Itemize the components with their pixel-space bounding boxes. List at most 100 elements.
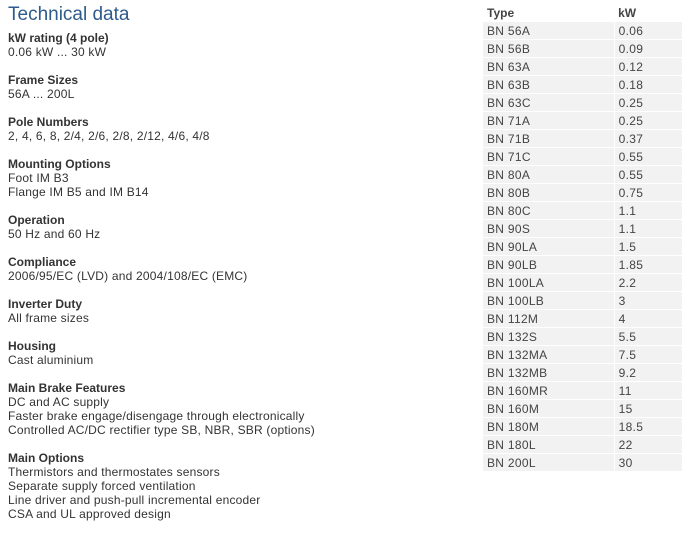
type-kw-table-panel: Type kW BN 56A 0.06 BN 56B 0.09 BN 63A 0.12 BN… [483,4,684,472]
table-header-row: Type kW [483,4,683,22]
kw-cell: 0.25 [614,111,684,130]
type-cell: BN 180L [483,435,615,454]
kw-cell: 1.5 [614,237,684,256]
type-cell: BN 71C [483,147,615,166]
type-cell: BN 90LB [483,255,615,274]
type-cell: BN 132MB [483,363,615,382]
type-kw-table: Type kW BN 56A 0.06 BN 56B 0.09 BN 63A 0.12 BN… [483,4,684,472]
type-cell: BN 160MR [483,381,615,400]
table-row: BN 160MR 11 [483,381,684,400]
kw-cell: 11 [614,381,684,400]
spec-sections: kW rating (4 pole) 0.06 kW ... 30 kW Frame… [8,31,468,521]
section-value: Cast aluminium [8,353,94,367]
section-value: CSA and UL approved design [8,507,171,521]
type-cell: BN 56A [483,22,615,40]
type-cell: BN 200L [483,453,615,472]
type-cell: BN 100LA [483,273,615,292]
section-value: Line driver and push-pull incremental en… [8,493,261,507]
table-row: BN 90LA 1.5 [483,237,684,256]
spec-section: Main Brake Features DC and AC supply Faste… [8,381,468,437]
table-row: BN 90LB 1.85 [483,255,684,274]
section-heading: Main Options [8,451,84,465]
section-value: Foot IM B3 [8,171,69,185]
table-row: BN 63B 0.18 [483,75,684,94]
kw-cell: 2.2 [614,273,684,292]
kw-cell: 0.18 [614,75,684,94]
section-value: 0.06 kW ... 30 kW [8,45,107,59]
kw-cell: 30 [614,453,684,472]
section-value: DC and AC supply [8,395,110,409]
section-value: Separate supply forced ventilation [8,479,196,493]
table-row: BN 80C 1.1 [483,201,684,220]
kw-cell: 0.06 [614,22,684,40]
kw-cell: 7.5 [614,345,684,364]
kw-cell: 15 [614,399,684,418]
table-row: BN 71B 0.37 [483,129,684,148]
section-value: Thermistors and thermostates sensors [8,465,220,479]
spec-section: Housing Cast aluminium [8,339,468,367]
spec-section: kW rating (4 pole) 0.06 kW ... 30 kW [8,31,468,59]
table-row: BN 112M 4 [483,309,684,328]
table-row: BN 100LA 2.2 [483,273,684,292]
kw-cell: 22 [614,435,684,454]
spec-section: Inverter Duty All frame sizes [8,297,468,325]
type-cell: BN 90S [483,219,615,238]
kw-cell: 1.1 [614,219,684,238]
type-cell: BN 180M [483,417,615,436]
table-row: BN 132MA 7.5 [483,345,684,364]
section-heading: Mounting Options [8,157,111,171]
table-body: BN 56A 0.06 BN 56B 0.09 BN 63A 0.12 BN 63B 0.18… [483,22,684,472]
table-row: BN 132S 5.5 [483,327,684,346]
kw-cell: 0.37 [614,129,684,148]
type-cell: BN 71B [483,129,615,148]
column-header-kw: kW [618,6,637,20]
type-cell: BN 63C [483,93,615,112]
section-heading: Housing [8,339,56,353]
kw-cell: 0.55 [614,147,684,166]
section-value: 2, 4, 6, 8, 2/4, 2/6, 2/8, 2/12, 4/6, 4/… [8,129,210,143]
type-cell: BN 132S [483,327,615,346]
spec-section: Compliance 2006/95/EC (LVD) and 2004/108/… [8,255,468,283]
kw-cell: 0.09 [614,39,684,58]
type-cell: BN 90LA [483,237,615,256]
section-heading: kW rating (4 pole) [8,31,109,45]
kw-cell: 1.1 [614,201,684,220]
table-row: BN 71A 0.25 [483,111,684,130]
table-row: BN 200L 30 [483,453,684,472]
section-heading: Pole Numbers [8,115,89,129]
kw-cell: 9.2 [614,363,684,382]
section-heading: Operation [8,213,65,227]
spec-section: Pole Numbers 2, 4, 6, 8, 2/4, 2/6, 2/8, 2… [8,115,468,143]
section-value: Faster brake engage/disengage through el… [8,409,305,423]
table-row: BN 63A 0.12 [483,57,684,76]
spec-section: Mounting Options Foot IM B3 Flange IM B5 a… [8,157,468,199]
section-value: All frame sizes [8,311,90,325]
table-row: BN 80A 0.55 [483,165,684,184]
table-row: BN 56B 0.09 [483,39,684,58]
section-heading: Inverter Duty [8,297,83,311]
kw-cell: 0.75 [614,183,684,202]
kw-cell: 0.55 [614,165,684,184]
section-value: 2006/95/EC (LVD) and 2004/108/EC (EMC) [8,269,248,283]
kw-cell: 1.85 [614,255,684,274]
type-cell: BN 63A [483,57,615,76]
kw-cell: 0.12 [614,57,684,76]
section-value: 56A ... 200L [8,87,75,101]
type-cell: BN 56B [483,39,615,58]
kw-cell: 0.25 [614,93,684,112]
section-heading: Frame Sizes [8,73,79,87]
type-cell: BN 80C [483,201,615,220]
section-heading: Main Brake Features [8,381,126,395]
kw-cell: 3 [614,291,684,310]
type-cell: BN 112M [483,309,615,328]
table-row: BN 180L 22 [483,435,684,454]
type-cell: BN 80B [483,183,615,202]
spec-section: Main Options Thermistors and thermostates… [8,451,468,521]
section-value: 50 Hz and 60 Hz [8,227,101,241]
type-cell: BN 71A [483,111,615,130]
table-row: BN 132MB 9.2 [483,363,684,382]
spec-section: Frame Sizes 56A ... 200L [8,73,468,101]
kw-cell: 5.5 [614,327,684,346]
table-row: BN 100LB 3 [483,291,684,310]
table-row: BN 80B 0.75 [483,183,684,202]
